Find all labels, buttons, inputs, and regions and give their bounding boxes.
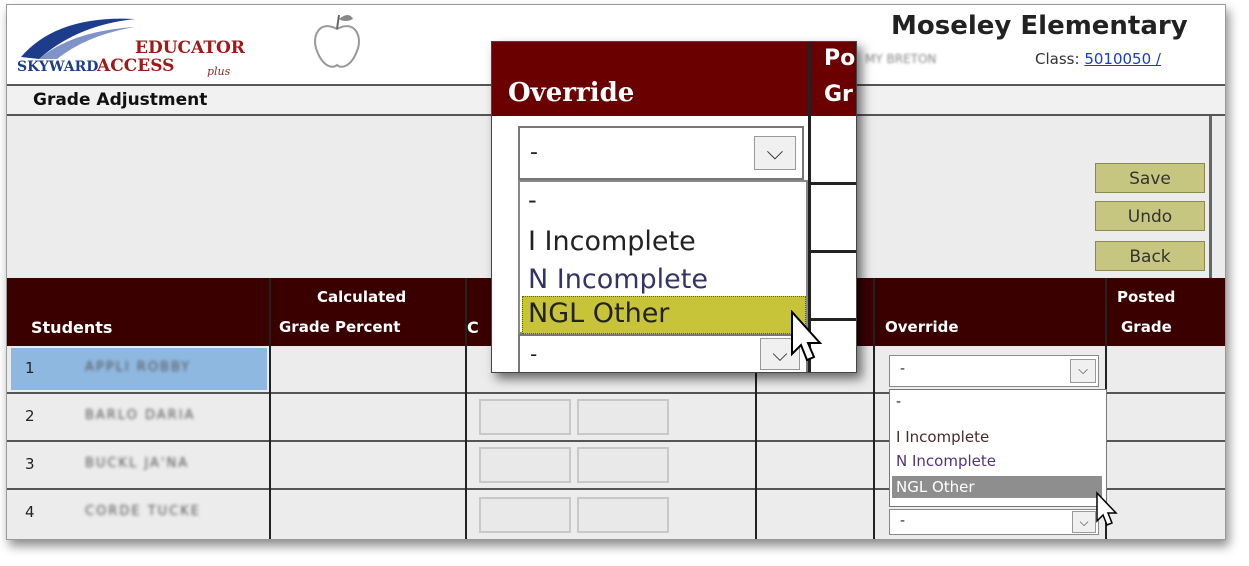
- header-col-c: C: [467, 318, 479, 337]
- zoom-override-header: Override: [508, 78, 635, 108]
- zoom-option[interactable]: -: [528, 186, 537, 214]
- teacher-name: MY BRETON: [865, 52, 937, 66]
- school-name: Moseley Elementary: [891, 11, 1188, 41]
- column-divider: [873, 278, 875, 539]
- logo-access: ACCESS: [96, 56, 174, 76]
- row-number: 1: [25, 359, 35, 377]
- zoom-grade-header: Gr: [824, 82, 853, 107]
- header-grade-percent: Grade Percent: [279, 318, 401, 336]
- student-name[interactable]: APPLI ROBBY: [85, 360, 191, 375]
- zoom-dropdown-list: - I Incomplete N Incomplete NGL Other: [518, 180, 808, 334]
- logo-plus: plus: [207, 65, 231, 77]
- dropdown-option[interactable]: -: [896, 394, 901, 410]
- grade-input[interactable]: [479, 399, 571, 435]
- grade-input[interactable]: [577, 399, 669, 435]
- dropdown-option[interactable]: N Incomplete: [896, 452, 996, 470]
- row-number: 2: [25, 407, 35, 425]
- grade-input[interactable]: [577, 497, 669, 533]
- row-number: 4: [25, 503, 35, 521]
- header-grade: Grade: [1121, 318, 1172, 336]
- back-button[interactable]: Back: [1095, 241, 1205, 271]
- class-link[interactable]: 5010050 /: [1084, 50, 1161, 68]
- apple-icon: [314, 14, 360, 68]
- zoom-option-highlighted[interactable]: NGL Other: [528, 298, 669, 329]
- class-info: Class: 5010050 /: [1035, 50, 1161, 68]
- panel-divider: [1209, 116, 1212, 278]
- class-label: Class:: [1035, 50, 1080, 68]
- skyward-logo: SKYWARD EDUCATOR ACCESS plus: [17, 11, 357, 78]
- zoom-posted-header: Po: [824, 46, 856, 71]
- swoosh-logo-icon: SKYWARD EDUCATOR ACCESS plus: [17, 18, 246, 78]
- header-override: Override: [885, 318, 959, 336]
- zoom-lower-select[interactable]: - ⌵: [518, 334, 808, 372]
- chevron-down-icon[interactable]: ⌵: [754, 136, 796, 170]
- mouse-pointer-icon: [1096, 491, 1118, 526]
- zoom-lower-value: -: [530, 342, 538, 366]
- zoom-option[interactable]: I Incomplete: [528, 226, 696, 257]
- zoom-override-value: -: [530, 140, 538, 165]
- grade-input[interactable]: [479, 497, 571, 533]
- zoom-override-select[interactable]: - ⌵: [518, 126, 804, 180]
- override-select[interactable]: - ⌵: [889, 355, 1099, 387]
- grade-input[interactable]: [577, 447, 669, 483]
- student-name[interactable]: BUCKL JA'NA: [85, 456, 189, 471]
- header-posted: Posted: [1117, 288, 1176, 306]
- dropdown-option[interactable]: I Incomplete: [896, 428, 989, 446]
- logo-brand: SKYWARD: [17, 59, 98, 75]
- row-number: 3: [25, 455, 35, 473]
- dropdown-option-highlighted[interactable]: NGL Other: [896, 478, 975, 496]
- zoom-row-line: [808, 250, 856, 253]
- override-value: -: [900, 513, 906, 529]
- zoom-side-header: Po Gr: [810, 42, 856, 116]
- chevron-down-icon[interactable]: ⌵: [1070, 359, 1096, 383]
- logo-educator: EDUCATOR: [135, 38, 246, 58]
- save-button[interactable]: Save: [1095, 163, 1205, 193]
- header-calculated: Calculated: [317, 288, 407, 306]
- column-divider: [465, 278, 467, 539]
- page-title: Grade Adjustment: [33, 90, 208, 110]
- app-window: SKYWARD EDUCATOR ACCESS plus Moseley Ele…: [6, 4, 1226, 540]
- mouse-pointer-icon: [791, 310, 823, 362]
- override-select-row4[interactable]: - ⌵: [889, 509, 1099, 535]
- zoom-callout: Override Po Gr - ⌵ - I Incomplete N Inco…: [491, 41, 857, 373]
- undo-button[interactable]: Undo: [1095, 201, 1205, 231]
- grade-input[interactable]: [479, 447, 571, 483]
- column-divider: [269, 278, 271, 539]
- zoom-row-line: [808, 182, 856, 185]
- zoom-header: Override: [492, 42, 808, 116]
- zoom-option[interactable]: N Incomplete: [528, 264, 708, 295]
- student-name[interactable]: CORDE TUCKE: [85, 504, 201, 519]
- override-dropdown-list: - I Incomplete N Incomplete NGL Other: [889, 389, 1107, 507]
- student-name[interactable]: BARLO DARIA: [85, 408, 195, 423]
- override-value: -: [900, 361, 906, 377]
- header-students: Students: [31, 318, 113, 337]
